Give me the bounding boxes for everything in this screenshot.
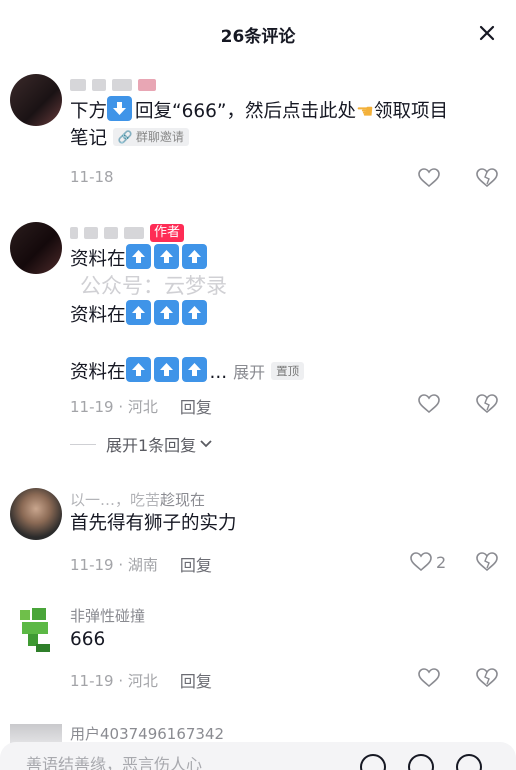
expand-replies-button[interactable]: 展开1条回复 bbox=[70, 432, 213, 456]
watermark: 公众号：云梦录 bbox=[80, 274, 227, 298]
like-button[interactable] bbox=[418, 394, 440, 414]
close-icon bbox=[479, 25, 495, 41]
avatar[interactable] bbox=[10, 74, 62, 126]
at-mention-icon[interactable] bbox=[360, 754, 386, 770]
broken-heart-icon bbox=[476, 552, 498, 572]
like-count: 2 bbox=[436, 552, 447, 572]
username[interactable]: 用户4037496167342 bbox=[70, 722, 506, 744]
dislike-button[interactable] bbox=[476, 394, 498, 418]
reply-button[interactable]: 回复 bbox=[180, 668, 212, 692]
up-arrow-emoji-icon bbox=[153, 300, 179, 325]
comment-meta: 11-19 · 河北 回复 bbox=[70, 394, 212, 418]
dislike-button[interactable] bbox=[476, 668, 498, 692]
heart-icon bbox=[418, 168, 440, 188]
username-blurred[interactable] bbox=[70, 227, 144, 239]
up-arrow-emoji-icon bbox=[181, 244, 207, 269]
username-blurred[interactable] bbox=[70, 74, 506, 96]
pinned-badge: 置顶 bbox=[271, 362, 305, 380]
up-arrow-emoji-icon bbox=[125, 244, 151, 269]
comment-text: 下方 回复“666”，然后点击此处☚领取项目 笔记 🔗 群聊邀请 bbox=[70, 96, 506, 152]
comment-count-title: 26条评论 bbox=[220, 27, 296, 47]
comment-item: 下方 回复“666”，然后点击此处☚领取项目 笔记 🔗 群聊邀请 11-18 bbox=[0, 74, 516, 204]
comment-item: 以一…，吃苦 趁现在 首先得有狮子的实力 11-19 · 湖南 回复 2 bbox=[0, 488, 516, 578]
up-arrow-emoji-icon bbox=[125, 300, 151, 325]
like-button[interactable] bbox=[418, 168, 440, 188]
divider bbox=[70, 443, 96, 445]
comment-input-placeholder[interactable]: 善语结善缘，恶言伤人心 bbox=[26, 751, 202, 770]
comment-date: 11-18 bbox=[70, 168, 114, 186]
comment-input-bar[interactable]: 善语结善缘，恶言伤人心 bbox=[0, 742, 516, 770]
link-icon: 🔗 bbox=[117, 130, 133, 144]
dislike-button[interactable] bbox=[476, 168, 498, 192]
heart-icon bbox=[418, 394, 440, 414]
like-button[interactable] bbox=[418, 668, 440, 688]
comment-date-location: 11-19 · 河北 bbox=[70, 397, 158, 416]
comment-meta: 11-18 bbox=[70, 168, 114, 186]
avatar[interactable] bbox=[10, 604, 62, 656]
comment-meta: 11-19 · 河北 回复 bbox=[70, 668, 212, 692]
comment-item: 作者 资料在 资料在 资料在... 展开 置顶 11-19 · 河北 回复 bbox=[0, 222, 516, 422]
group-invite-link[interactable]: 🔗 群聊邀请 bbox=[112, 128, 189, 146]
comment-text: 资料在 资料在 资料在... 展开 置顶 bbox=[70, 244, 506, 387]
heart-icon bbox=[418, 668, 440, 688]
comment-date-location: 11-19 · 湖南 bbox=[70, 555, 158, 574]
comment-text: 首先得有狮子的实力 bbox=[70, 513, 237, 534]
dislike-button[interactable] bbox=[476, 552, 498, 576]
reply-button[interactable]: 回复 bbox=[180, 394, 212, 418]
emoji-icon[interactable] bbox=[408, 754, 434, 770]
up-arrow-emoji-icon bbox=[153, 357, 179, 382]
avatar[interactable] bbox=[10, 222, 62, 274]
like-button[interactable]: 2 bbox=[410, 552, 446, 572]
chevron-down-icon bbox=[200, 440, 212, 448]
username[interactable]: 以一…，吃苦 趁现在 bbox=[70, 488, 506, 510]
add-image-icon[interactable] bbox=[456, 754, 482, 770]
pointing-hand-emoji-icon: ☚ bbox=[356, 99, 374, 123]
close-button[interactable] bbox=[472, 18, 502, 48]
up-arrow-emoji-icon bbox=[153, 244, 179, 269]
up-arrow-emoji-icon bbox=[181, 300, 207, 325]
comment-item: 非弹性碰撞 666 11-19 · 河北 回复 bbox=[0, 604, 516, 694]
up-arrow-emoji-icon bbox=[181, 357, 207, 382]
comments-header: 26条评论 bbox=[0, 0, 516, 68]
comment-date-location: 11-19 · 河北 bbox=[70, 671, 158, 690]
broken-heart-icon bbox=[476, 394, 498, 414]
author-tag: 作者 bbox=[150, 224, 185, 242]
heart-icon bbox=[410, 552, 432, 572]
comment-text: 666 bbox=[70, 629, 106, 650]
avatar[interactable] bbox=[10, 488, 62, 540]
down-arrow-emoji-icon bbox=[107, 96, 133, 121]
reply-button[interactable]: 回复 bbox=[180, 552, 212, 576]
up-arrow-emoji-icon bbox=[125, 357, 151, 382]
broken-heart-icon bbox=[476, 668, 498, 688]
comment-meta: 11-19 · 湖南 回复 bbox=[70, 552, 212, 576]
expand-text-link[interactable]: 展开 bbox=[233, 363, 265, 382]
broken-heart-icon bbox=[476, 168, 498, 188]
username[interactable]: 非弹性碰撞 bbox=[70, 604, 506, 626]
